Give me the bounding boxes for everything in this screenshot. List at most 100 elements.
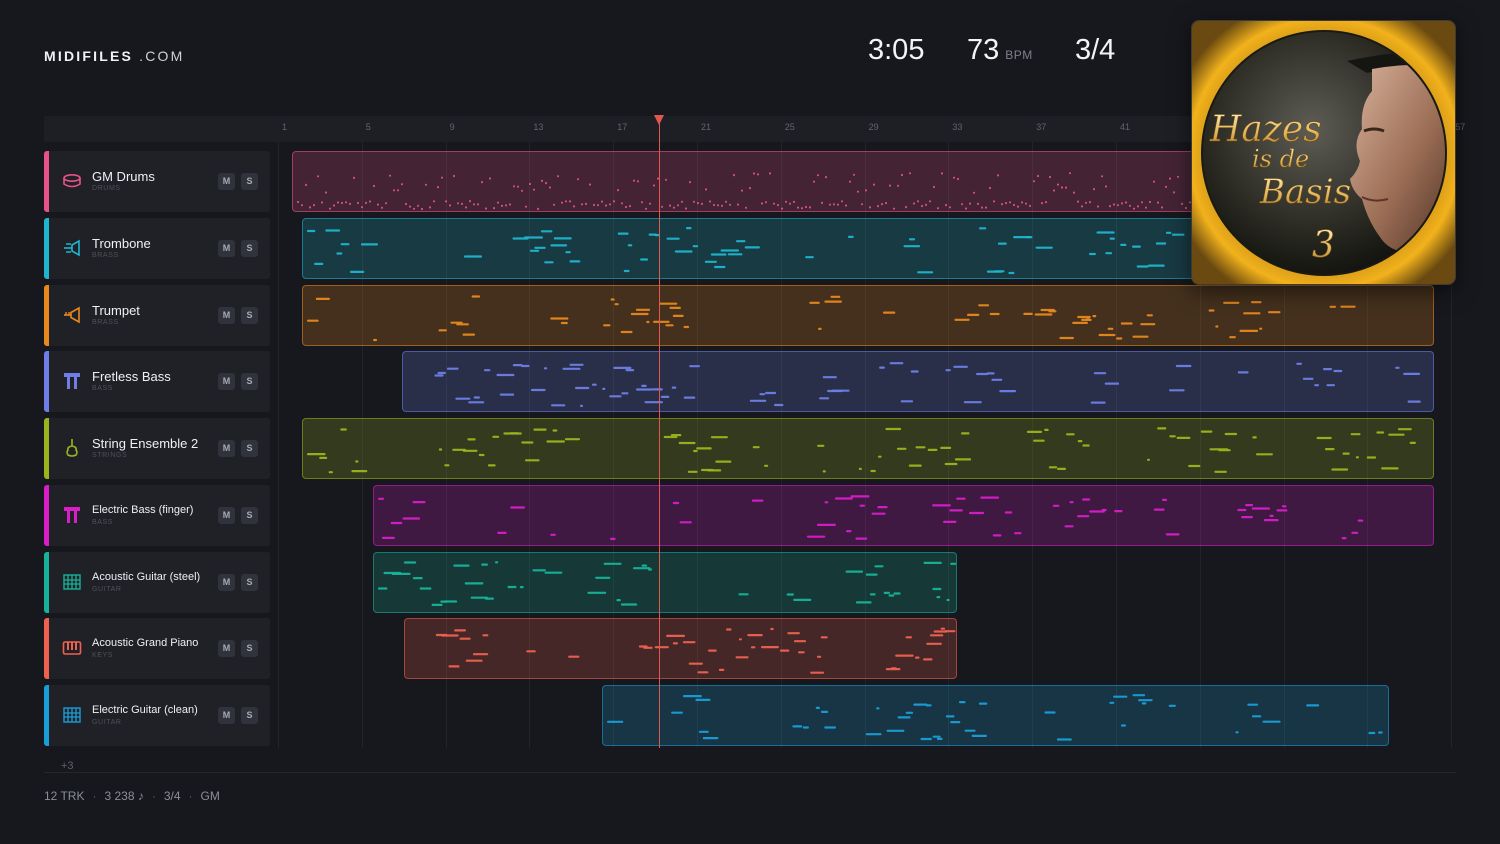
track-count: 12 TRK [44, 789, 85, 803]
track-header[interactable]: Fretless Bass BASS M S [44, 351, 270, 413]
more-tracks-indicator[interactable]: +3 [61, 760, 74, 772]
solo-button[interactable]: S [241, 306, 258, 324]
midi-clip[interactable] [302, 284, 1434, 346]
brand-logo: MIDIFILES .COM [44, 48, 185, 64]
ruler-bar-number: 1 [282, 122, 288, 132]
midi-clip[interactable] [302, 217, 1319, 279]
track-category: STRINGS [92, 452, 128, 459]
mute-button[interactable]: M [218, 506, 235, 524]
track-category: BRASS [92, 318, 119, 326]
track-color-stripe [44, 217, 49, 279]
midi-clip[interactable] [372, 484, 1434, 546]
track-color-stripe [44, 151, 49, 212]
track-category: DRUMS [92, 185, 121, 192]
track-color-stripe [44, 351, 49, 413]
bass-icon [62, 505, 82, 525]
midi-clip[interactable] [292, 151, 1319, 212]
cover-number: 3 [1312, 225, 1335, 266]
solo-button[interactable]: S [241, 373, 258, 391]
track-color-stripe [44, 685, 49, 746]
track-name: Electric Bass (finger) [92, 503, 194, 516]
solo-button[interactable]: S [241, 173, 258, 190]
track-header[interactable]: String Ensemble 2 STRINGS M S [44, 418, 270, 479]
midi-clip[interactable] [302, 418, 1434, 479]
ruler-bar-number: 13 [533, 122, 544, 132]
track-color-stripe [44, 551, 49, 613]
mute-button[interactable]: M [218, 573, 235, 591]
tempo-unit: BPM [1005, 48, 1033, 62]
track-header[interactable]: Acoustic Grand Piano KEYS M S [44, 618, 270, 680]
drum-icon [62, 171, 82, 191]
trombone-icon [62, 238, 82, 258]
note-count: 3 238 ♪ [104, 789, 144, 803]
track-name: Acoustic Grand Piano [92, 637, 199, 650]
trumpet-icon [62, 305, 82, 325]
solo-button[interactable]: S [241, 506, 258, 524]
track-color-stripe [44, 418, 49, 479]
track-name: String Ensemble 2 [92, 436, 199, 451]
mute-button[interactable]: M [218, 239, 235, 257]
ruler-bar-number: 17 [617, 122, 628, 132]
track-category: BRASS [92, 251, 119, 259]
track-header[interactable]: Electric Bass (finger) BASS M S [44, 484, 270, 546]
track-category: GUITAR [92, 719, 122, 726]
guitar-icon [62, 572, 82, 592]
bar-gridline [278, 142, 279, 748]
track-category: GUITAR [92, 585, 122, 593]
track-category: BASS [92, 518, 114, 526]
bass-icon [62, 371, 82, 391]
track-header[interactable]: Trumpet BRASS M S [44, 284, 270, 346]
piano-icon [62, 638, 82, 658]
time-signature: 3/4 [1075, 34, 1116, 66]
playhead-marker[interactable] [653, 115, 664, 125]
tempo-display: 73 BPM [967, 34, 1033, 67]
mute-button[interactable]: M [218, 373, 235, 391]
cover-title-line2: is de [1252, 145, 1309, 173]
track-name: Electric Guitar (clean) [92, 704, 198, 716]
track-name: GM Drums [92, 169, 155, 184]
track-color-stripe [44, 618, 49, 680]
track-name: Acoustic Guitar (steel) [92, 570, 201, 583]
footer-time-signature: 3/4 [163, 789, 181, 803]
ruler-bar-number: 25 [784, 122, 795, 132]
ruler-bar-number: 29 [868, 122, 879, 132]
mute-button[interactable]: M [218, 306, 235, 324]
violin-icon [62, 438, 82, 458]
cover-title-line1: Hazes [1209, 109, 1322, 150]
midi-clip[interactable] [602, 685, 1389, 746]
ruler-bar-number: 5 [365, 122, 371, 132]
solo-button[interactable]: S [241, 573, 258, 591]
track-category: KEYS [92, 652, 114, 660]
ruler-bar-number: 9 [449, 122, 455, 132]
guitar-icon [62, 705, 82, 725]
track-header[interactable]: GM Drums DRUMS M S [44, 151, 270, 212]
footer-divider [44, 772, 1456, 773]
track-category: BASS [92, 385, 114, 393]
mute-button[interactable]: M [218, 440, 235, 457]
mute-button[interactable]: M [218, 640, 235, 658]
solo-button[interactable]: S [241, 440, 258, 457]
midi-clip[interactable] [404, 618, 958, 680]
ruler-bar-number: 33 [952, 122, 963, 132]
mute-button[interactable]: M [218, 173, 235, 190]
ruler-bar-number: 41 [1120, 122, 1131, 132]
midi-clip[interactable] [401, 351, 1434, 413]
track-header[interactable]: Trombone BRASS M S [44, 217, 270, 279]
tempo-value: 73 [967, 34, 1000, 66]
solo-button[interactable]: S [241, 707, 258, 724]
solo-button[interactable]: S [241, 640, 258, 658]
footer-stats: 12 TRK · 3 238 ♪ · 3/4 · GM [44, 789, 220, 803]
midi-clip[interactable] [372, 551, 958, 613]
track-color-stripe [44, 484, 49, 546]
track-header[interactable]: Electric Guitar (clean) GUITAR M S [44, 685, 270, 746]
track-name: Trombone [92, 235, 151, 251]
ruler-bar-number: 37 [1036, 122, 1047, 132]
track-name: Fretless Bass [92, 369, 171, 385]
solo-button[interactable]: S [241, 239, 258, 257]
track-header[interactable]: Acoustic Guitar (steel) GUITAR M S [44, 551, 270, 613]
playhead[interactable] [658, 120, 661, 748]
ruler-bar-number: 57 [1455, 122, 1466, 132]
midi-standard: GM [200, 789, 220, 803]
track-name: Trumpet [92, 302, 140, 318]
mute-button[interactable]: M [218, 707, 235, 724]
